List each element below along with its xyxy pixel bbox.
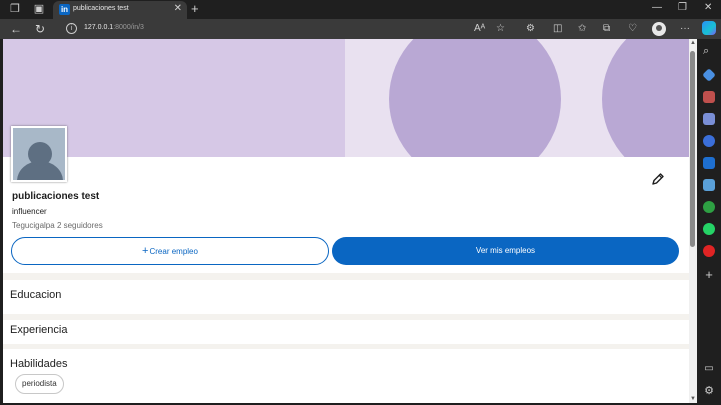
extensions-icon[interactable]: ⚙ [526,22,535,36]
profile-location: Tegucigalpa [12,221,55,230]
scroll-up-icon[interactable]: ▲ [690,40,696,46]
tab-title: publicaciones test [73,5,129,12]
browser-titlebar: ❐ ▣ in publicaciones test ✕ + — ❐ ✕ [0,0,721,19]
banner-circle [389,39,561,157]
copilot-icon[interactable] [702,21,716,35]
avatar[interactable] [11,126,67,182]
education-title: Educacion [10,289,62,301]
experience-section: Experiencia [3,320,689,344]
banner-circle [602,39,689,157]
create-job-label: Crear empleo [149,247,198,256]
minimize-icon[interactable]: — [652,2,662,13]
scroll-down-icon[interactable]: ▼ [690,396,696,402]
experience-title: Experiencia [10,324,68,336]
performance-icon[interactable]: ♡ [628,22,637,36]
sidebar-settings-icon[interactable]: ⚙ [703,385,715,397]
tag-icon[interactable] [702,68,716,82]
more-icon[interactable]: ··· [680,22,690,36]
profile-followers[interactable]: 2 seguidores [57,221,103,230]
url-text[interactable]: 127.0.0.1:8000/in/3 [84,24,144,31]
linkedin-favicon-icon: in [59,4,70,15]
url-host: 127.0.0.1 [84,24,114,31]
tab-actions-icon[interactable]: ▣ [33,3,45,15]
scroll-thumb[interactable] [690,51,695,247]
outlook-icon[interactable] [703,157,715,169]
edit-pencil-icon[interactable] [651,172,665,186]
close-window-icon[interactable]: ✕ [704,2,712,13]
profile-meta: Tegucigalpa 2 seguidores [12,221,103,230]
create-job-button[interactable]: +Crear empleo [11,237,329,265]
plus-icon: + [142,245,149,257]
restore-icon[interactable]: ❐ [678,2,687,13]
collections-icon[interactable]: ⧉ [603,22,610,36]
new-tab-icon[interactable]: + [191,1,199,16]
education-section: Educacion [3,280,689,314]
info-icon[interactable]: i [66,23,77,34]
profile-banner [3,39,689,157]
send-icon[interactable] [703,179,715,191]
workspaces-icon[interactable]: ❐ [9,3,21,15]
profile-icon[interactable] [652,22,666,36]
favorites-icon[interactable]: ✩ [578,22,586,36]
profile-name: publicaciones test [12,191,100,202]
refresh-icon[interactable]: ↻ [35,21,45,37]
tab-publicaciones[interactable]: in publicaciones test ✕ [53,1,187,19]
url-path: :8000/in/3 [113,24,144,31]
skills-section: Habilidades periodista [3,349,689,403]
address-bar[interactable]: i 127.0.0.1:8000/in/3 [58,21,518,37]
video-icon[interactable] [703,245,715,257]
sidebar-panel-icon[interactable]: ▭ [703,363,715,375]
view-jobs-button[interactable]: Ver mis empleos [332,237,679,265]
search-icon[interactable]: ⌕ [703,45,715,57]
address-toolbar: ← ↻ i 127.0.0.1:8000/in/3 Aᴬ ☆ ⚙ ◫ ✩ ⧉ ♡… [0,19,721,39]
add-sidebar-icon[interactable]: + [703,268,715,281]
games-icon[interactable] [703,113,715,125]
page-scrollbar[interactable]: ▲ ▼ [689,39,697,403]
back-icon[interactable]: ← [10,21,22,37]
whatsapp-icon[interactable] [703,223,715,235]
tab-close-icon[interactable]: ✕ [174,3,182,14]
split-screen-icon[interactable]: ◫ [553,22,562,36]
copilot-sidebar-icon[interactable] [703,135,715,147]
read-aloud-icon[interactable]: Aᴬ [474,22,485,36]
skills-title: Habilidades [10,358,68,370]
profile-page: publicaciones test influencer Tegucigalp… [3,39,689,403]
tree-icon[interactable] [703,201,715,213]
skill-pill[interactable]: periodista [15,374,64,394]
browser-sidebar: ⌕ + ▭ ⚙ [697,39,721,405]
profile-headline: influencer [12,207,47,216]
favorite-star-icon[interactable]: ☆ [496,22,505,36]
avatar-head-shape [28,142,52,166]
toolbox-icon[interactable] [703,91,715,103]
